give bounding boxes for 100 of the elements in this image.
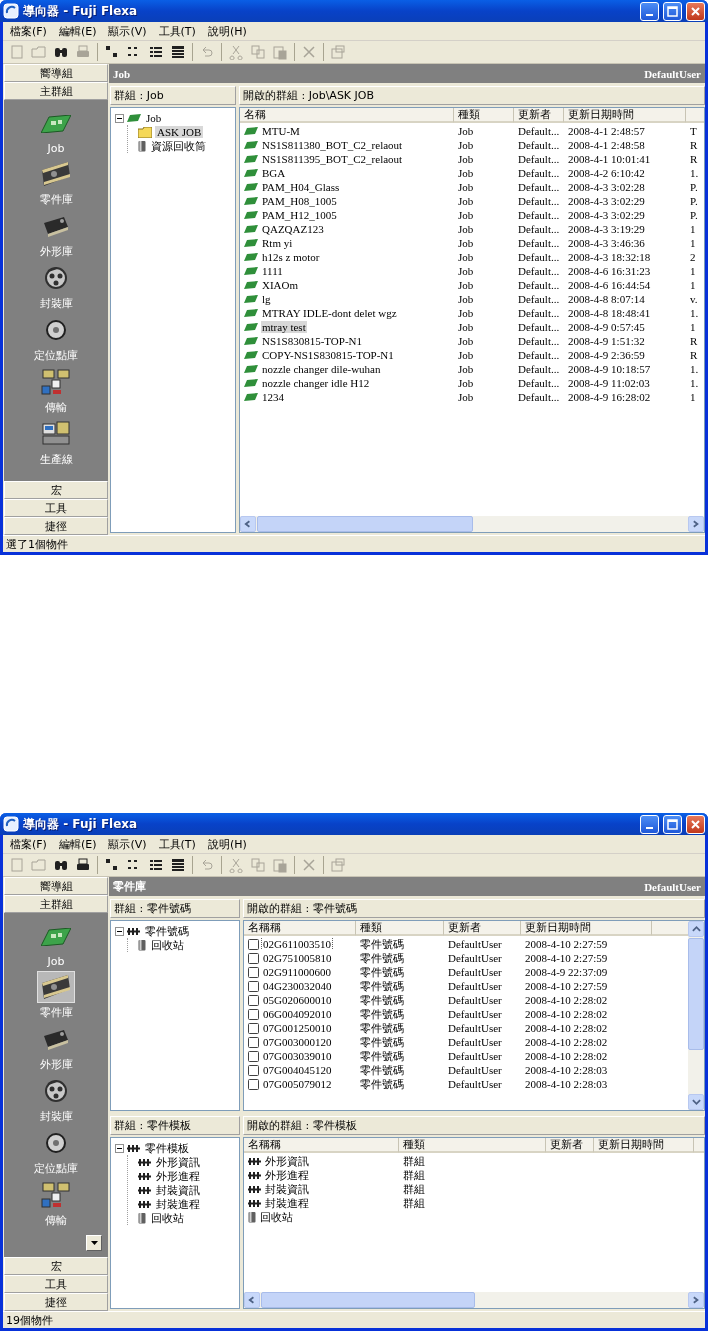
- table-cell[interactable]: 02G751005810: [262, 952, 333, 964]
- sidebar-item[interactable]: 定位點庫: [34, 314, 78, 363]
- collapse-toggle[interactable]: [115, 926, 124, 936]
- sidebar-item[interactable]: 封裝庫: [37, 1075, 75, 1124]
- sidebar-tab[interactable]: 嚮導組: [4, 877, 108, 895]
- column-header[interactable]: 名稱稱: [244, 921, 356, 936]
- menu-item[interactable]: 工具(T): [153, 23, 201, 39]
- column-header[interactable]: 名稱稱: [244, 1138, 399, 1154]
- sidebar-tab[interactable]: 宏: [4, 1257, 108, 1275]
- sidebar-item[interactable]: 外形庫: [37, 210, 75, 259]
- table-cell[interactable]: PAM_H04_Glass: [261, 181, 341, 193]
- sidebar-item[interactable]: 零件庫: [37, 158, 75, 207]
- table-cell[interactable]: 05G020600010: [262, 994, 333, 1006]
- table-cell[interactable]: 外形進程: [264, 1167, 310, 1183]
- sidebar-tab[interactable]: 捷徑: [4, 1293, 108, 1311]
- horizontal-scrollbar[interactable]: [240, 516, 704, 532]
- maximize-button[interactable]: [663, 1, 682, 21]
- sidebar-tab[interactable]: 工具: [4, 499, 108, 517]
- table-cell[interactable]: 02G611003510: [262, 938, 333, 950]
- column-header[interactable]: 種類: [356, 921, 444, 936]
- table-cell[interactable]: QAZQAZ123: [261, 223, 325, 235]
- column-header[interactable]: 名稱: [240, 108, 454, 123]
- column-header[interactable]: 更新者: [546, 1138, 594, 1154]
- tree-item[interactable]: 零件模板: [143, 1140, 191, 1156]
- table-cell[interactable]: 封裝資訊: [264, 1181, 310, 1197]
- sidebar-tab[interactable]: 主群組: [4, 82, 108, 100]
- scroll-right-button[interactable]: [688, 1292, 704, 1308]
- close-button[interactable]: [686, 814, 705, 834]
- tree-item[interactable]: 回收站: [149, 1210, 186, 1226]
- table-cell[interactable]: 04G230032040: [262, 980, 333, 992]
- table-cell[interactable]: 06G004092010: [262, 1008, 333, 1020]
- sidebar-item[interactable]: 外形庫: [37, 1023, 75, 1072]
- scroll-up-button[interactable]: [688, 921, 704, 937]
- column-header[interactable]: 更新日期時間: [521, 921, 652, 936]
- horizontal-scrollbar[interactable]: [244, 1292, 704, 1308]
- tree-item[interactable]: ASK JOB: [155, 126, 204, 138]
- sidebar-tab[interactable]: 嚮導組: [4, 64, 108, 82]
- menu-item[interactable]: 說明(H): [202, 23, 252, 39]
- scroll-thumb[interactable]: [688, 938, 704, 1050]
- table-cell[interactable]: 02G911000600: [262, 966, 333, 978]
- table-cell[interactable]: 07G001250010: [262, 1022, 333, 1034]
- maximize-button[interactable]: [663, 814, 682, 834]
- table-cell[interactable]: h12s z motor: [261, 251, 321, 263]
- column-header[interactable]: 更新日期時間: [564, 108, 686, 123]
- menu-item[interactable]: 檔案(F): [5, 836, 52, 852]
- scroll-left-button[interactable]: [240, 516, 256, 532]
- menu-item[interactable]: 編輯(E): [53, 836, 102, 852]
- column-header[interactable]: 更新者: [444, 921, 521, 936]
- scroll-thumb[interactable]: [261, 1292, 475, 1308]
- table-cell[interactable]: 外形資訊: [264, 1153, 310, 1169]
- table-cell[interactable]: 回收站: [259, 1209, 294, 1225]
- sidebar-item[interactable]: 傳輸: [37, 1179, 75, 1228]
- menu-item[interactable]: 檔案(F): [5, 23, 52, 39]
- table-cell[interactable]: Rtm yi: [261, 237, 294, 249]
- sidebar-item[interactable]: 定位點庫: [34, 1127, 78, 1176]
- column-header[interactable]: 更新者: [514, 108, 564, 123]
- table-cell[interactable]: 1234: [261, 391, 285, 403]
- table-cell[interactable]: 07G005079012: [262, 1078, 333, 1090]
- table-cell[interactable]: 封裝進程: [264, 1195, 310, 1211]
- table-cell[interactable]: PAM_H12_1005: [261, 209, 338, 221]
- menu-item[interactable]: 顯示(V): [103, 836, 152, 852]
- table-cell[interactable]: NS1S811380_BOT_C2_relaout: [261, 139, 404, 151]
- table-cell[interactable]: nozzle changer idle H12: [261, 377, 371, 389]
- vertical-scrollbar[interactable]: [688, 921, 704, 1111]
- column-header[interactable]: 種類: [454, 108, 514, 123]
- menu-item[interactable]: 說明(H): [202, 836, 252, 852]
- collapse-toggle[interactable]: [115, 1143, 124, 1153]
- scroll-left-button[interactable]: [244, 1292, 260, 1308]
- scroll-thumb[interactable]: [257, 516, 473, 532]
- tree-item[interactable]: 外形進程: [154, 1168, 202, 1184]
- sidebar-item[interactable]: Job: [37, 108, 75, 155]
- table-cell[interactable]: 1111: [261, 265, 284, 277]
- sidebar-tab[interactable]: 捷徑: [4, 517, 108, 535]
- table-cell[interactable]: 07G003000120: [262, 1036, 333, 1048]
- column-header[interactable]: 更新日期時間: [594, 1138, 694, 1154]
- table-cell[interactable]: MTRAY IDLE-dont delet wgz: [261, 307, 398, 319]
- sidebar-tab[interactable]: 工具: [4, 1275, 108, 1293]
- sidebar-item[interactable]: 封裝庫: [37, 262, 75, 311]
- menu-item[interactable]: 工具(T): [153, 836, 201, 852]
- sidebar-tab[interactable]: 主群組: [4, 895, 108, 913]
- column-header[interactable]: 種類: [399, 1138, 546, 1154]
- menu-item[interactable]: 編輯(E): [53, 23, 102, 39]
- table-cell[interactable]: MTU-M: [261, 125, 301, 137]
- sidebar-item[interactable]: 生產線: [37, 418, 75, 467]
- table-cell[interactable]: PAM_H08_1005: [261, 195, 338, 207]
- close-button[interactable]: [686, 1, 705, 21]
- tree-item[interactable]: Job: [144, 112, 164, 124]
- table-cell[interactable]: nozzle changer dile-wuhan: [261, 363, 382, 375]
- tree-item[interactable]: 資源回收筒: [149, 138, 208, 154]
- table-cell[interactable]: 07G004045120: [262, 1064, 333, 1076]
- table-cell[interactable]: 07G003039010: [262, 1050, 333, 1062]
- minimize-button[interactable]: [640, 814, 659, 834]
- table-cell[interactable]: NS1S811395_BOT_C2_relaout: [261, 153, 404, 165]
- tree-item[interactable]: 零件號碼: [143, 923, 191, 939]
- sidebar-item[interactable]: 傳輸: [37, 366, 75, 415]
- table-cell[interactable]: mtray test: [261, 321, 307, 333]
- minimize-button[interactable]: [640, 1, 659, 21]
- scroll-right-button[interactable]: [688, 516, 704, 532]
- table-cell[interactable]: BGA: [261, 167, 287, 179]
- table-cell[interactable]: lg: [261, 293, 272, 305]
